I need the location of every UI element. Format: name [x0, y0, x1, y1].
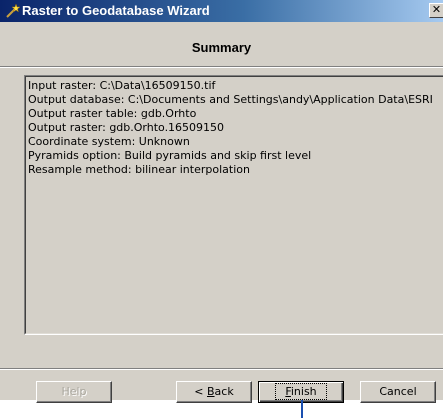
summary-line-resample-method: Resample method: bilinear interpolation: [28, 163, 250, 176]
wizard-dialog: Raster to Geodatabase Wizard ✕ Summary I…: [0, 0, 443, 403]
close-icon: ✕: [431, 4, 442, 16]
summary-line-output-raster-table: Output raster table: gdb.Orhto: [28, 107, 197, 120]
summary-lines: Input raster: C:\Data\16509150.tif Outpu…: [28, 79, 443, 177]
back-button-mnemonic: B: [207, 385, 215, 398]
summary-textbox[interactable]: Input raster: C:\Data\16509150.tif Outpu…: [24, 75, 443, 335]
window-title: Raster to Geodatabase Wizard: [22, 3, 210, 18]
wizard-wand-icon: [6, 3, 20, 18]
back-button-label: ack: [214, 385, 234, 398]
summary-line-output-database: Output database: C:\Documents and Settin…: [28, 93, 433, 106]
summary-line-pyramids-option: Pyramids option: Build pyramids and skip…: [28, 149, 312, 162]
cancel-button-label: Cancel: [379, 385, 417, 398]
help-button[interactable]: Help: [36, 381, 112, 403]
finish-button-label: inish: [290, 385, 317, 398]
header-divider: [0, 66, 443, 68]
close-button[interactable]: ✕: [429, 3, 443, 18]
page-heading: Summary: [191, 40, 252, 55]
summary-line-output-raster: Output raster: gdb.Orhto.16509150: [28, 121, 225, 134]
back-button[interactable]: < Back: [176, 381, 252, 403]
title-bar[interactable]: Raster to Geodatabase Wizard ✕: [0, 0, 443, 22]
back-button-prefix: <: [194, 385, 207, 398]
summary-line-coordinate-system: Coordinate system: Unknown: [28, 135, 190, 148]
footer-divider: [0, 368, 443, 370]
finish-button-focus: Finish: [275, 383, 327, 400]
cancel-button[interactable]: Cancel: [360, 381, 436, 403]
summary-line-input-raster: Input raster: C:\Data\16509150.tif: [28, 79, 216, 92]
help-button-label: Help: [61, 385, 87, 398]
callout-pointer-line: [301, 400, 303, 418]
